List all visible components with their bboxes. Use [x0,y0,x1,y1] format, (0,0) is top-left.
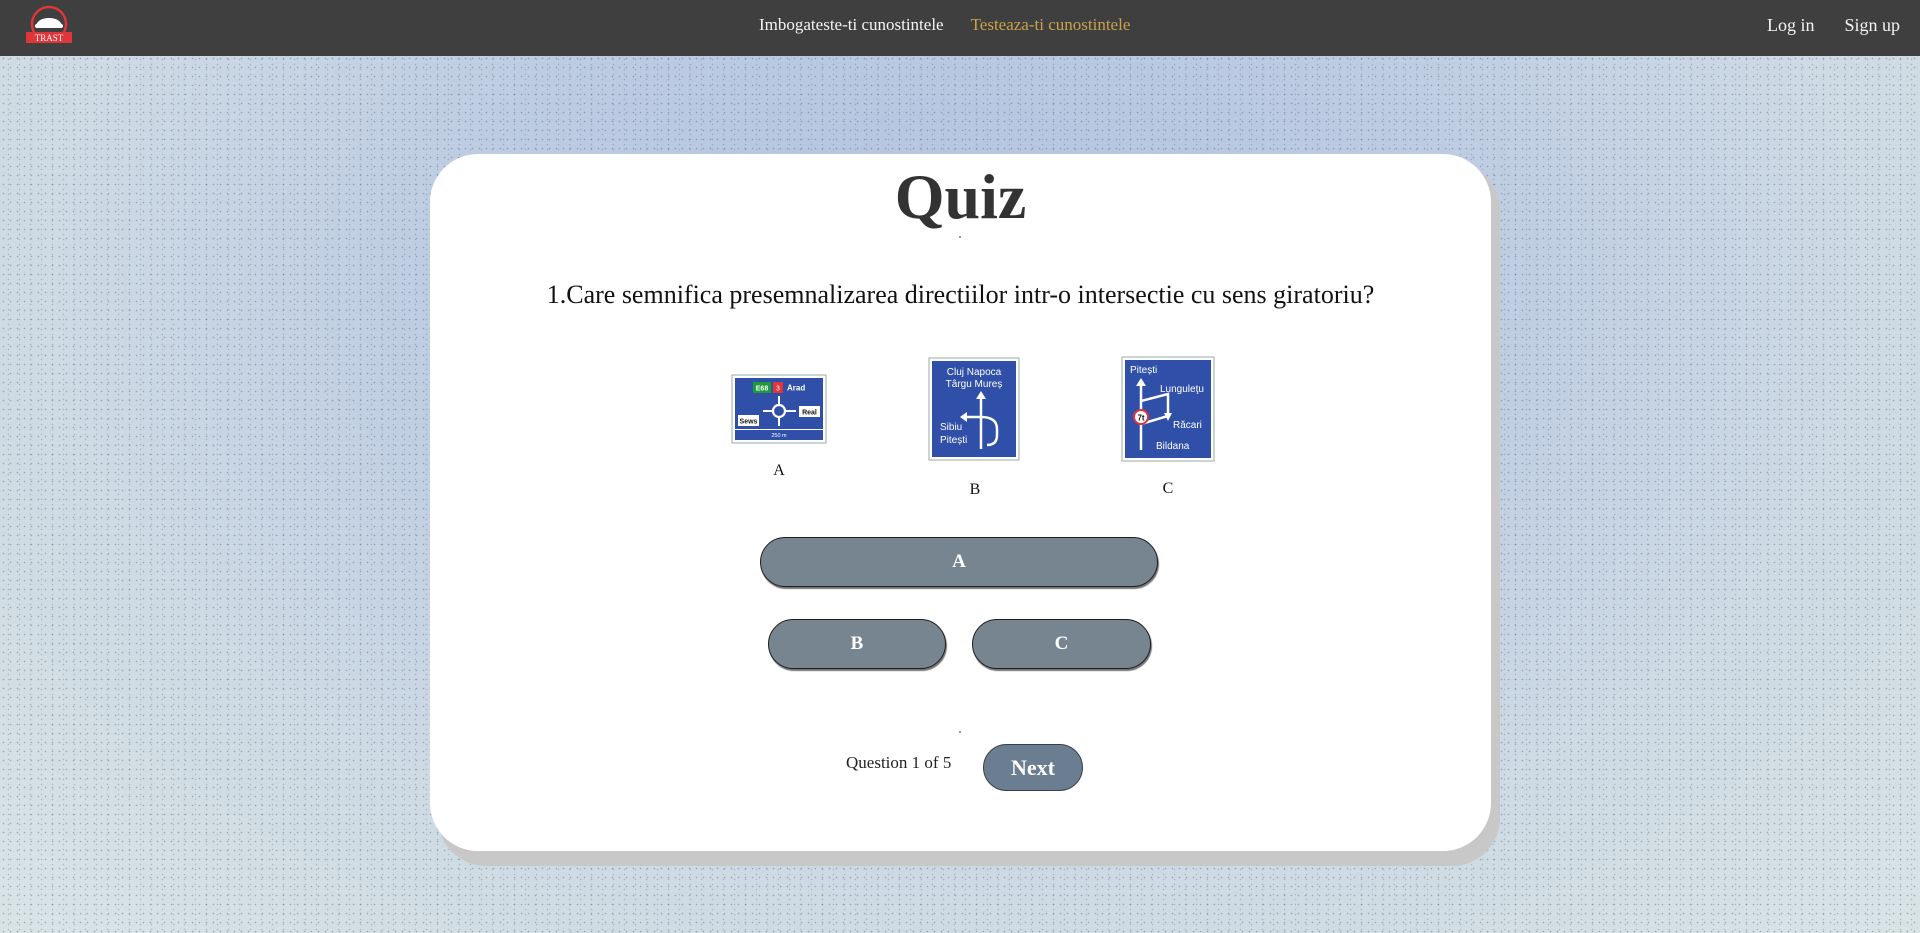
svg-text:Răcari: Răcari [1173,420,1202,431]
sign-option-b: Cluj Napoca Târgu Mureș Sibiu Pitești B [927,357,1023,498]
nav-link-learn[interactable]: Imbogateste-ti cunostintele [759,15,944,35]
quiz-card: Quiz 1.Care semnifica presemnalizarea di… [430,154,1491,851]
progress-current: 1 [911,753,921,772]
question-text: 1.Care semnifica presemnalizarea directi… [546,280,1375,309]
roundabout-sign-c-image: Pitești Lunguleţu 7t Răcari Bildana [1121,356,1215,462]
svg-text:Real: Real [802,410,817,417]
navbar: TRAST Imbogateste-ti cunostintele Testea… [0,0,1920,56]
nav-menu: Imbogateste-ti cunostintele Testeaza-ti … [759,15,1130,35]
svg-text:250 m: 250 m [771,433,787,439]
svg-text:3: 3 [776,386,780,393]
car-logo-icon: TRAST [26,5,72,43]
answer-button-b[interactable]: B [768,619,946,669]
logo[interactable]: TRAST [22,5,76,45]
divider-dot [959,731,961,733]
roundabout-sign-a-image: E68 3 Arad Sews Real 250 m [731,374,827,444]
svg-text:E68: E68 [756,386,769,393]
svg-text:Lunguleţu: Lunguleţu [1160,384,1204,395]
svg-text:Pitești: Pitești [940,435,967,446]
sign-option-c: Pitești Lunguleţu 7t Răcari Bildana C [1120,356,1216,497]
svg-text:Sibiu: Sibiu [940,422,962,433]
svg-text:Târgu Mureș: Târgu Mureș [946,379,1003,390]
svg-text:Bildana: Bildana [1156,441,1190,452]
signup-link[interactable]: Sign up [1844,15,1900,36]
auth-links: Log in Sign up [1767,15,1900,36]
svg-text:Pitești: Pitești [1130,365,1157,376]
roundabout-sign-b-image: Cluj Napoca Târgu Mureș Sibiu Pitești [928,357,1020,461]
quiz-title: Quiz [894,161,1027,232]
progress-of: of [924,753,939,772]
sign-caption-a: A [773,462,785,479]
answer-button-c[interactable]: C [972,619,1151,669]
sign-caption-c: C [1162,480,1174,497]
svg-text:Sews: Sews [740,419,758,426]
progress-total: 5 [942,753,952,772]
sign-caption-b: B [969,481,981,498]
svg-text:Arad: Arad [787,384,805,393]
progress-prefix: Question [846,753,908,772]
login-link[interactable]: Log in [1767,15,1815,36]
nav-link-test[interactable]: Testeaza-ti cunostintele [971,15,1131,35]
sign-option-a: E68 3 Arad Sews Real 250 m A [731,374,827,484]
question-progress: Question 1 of 5 [846,753,951,773]
next-button[interactable]: Next [983,744,1083,791]
svg-text:Cluj Napoca: Cluj Napoca [947,367,1002,378]
svg-text:7t: 7t [1137,414,1144,423]
divider-dot [959,236,961,238]
svg-text:TRAST: TRAST [35,33,64,43]
answer-button-a[interactable]: A [760,537,1158,587]
